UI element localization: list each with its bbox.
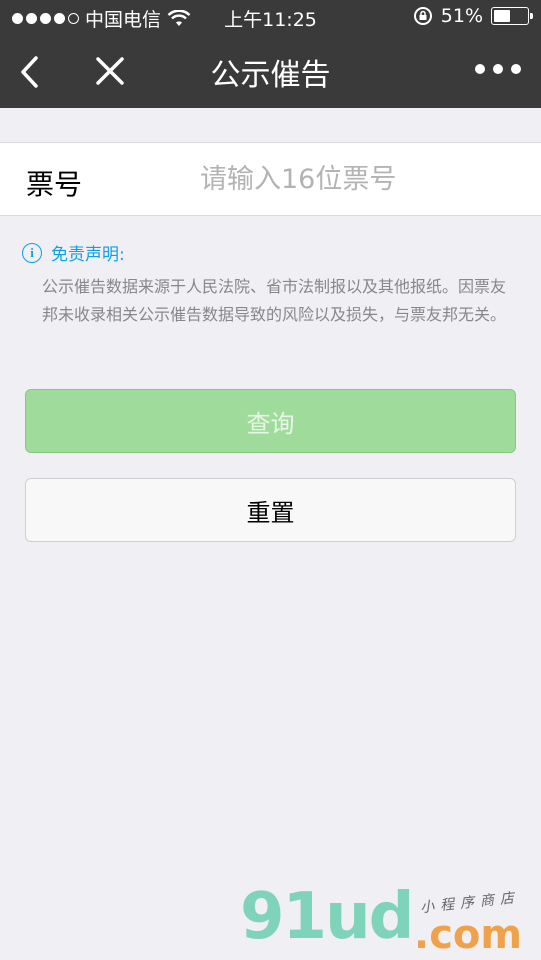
ticket-number-input[interactable] <box>200 157 520 201</box>
reset-button[interactable]: 重置 <box>25 478 516 542</box>
status-right: 51% <box>413 5 533 27</box>
battery-icon <box>491 7 533 25</box>
battery-percent: 51% <box>440 5 483 27</box>
info-icon: i <box>22 242 42 263</box>
ticket-number-row: 票号 <box>0 142 541 216</box>
more-dots-icon[interactable] <box>475 64 521 74</box>
page-title: 公示催告 <box>210 58 331 93</box>
nav-bar: 公示催告 <box>0 34 541 108</box>
watermark-brand: 91ud <box>240 880 414 954</box>
disclaimer-header: i 免责声明: <box>22 240 512 265</box>
status-bar: 中国电信 上午11:25 51% <box>0 0 541 34</box>
watermark-suffix: .com <box>414 912 523 958</box>
query-button[interactable]: 查询 <box>25 389 516 453</box>
rotation-lock-icon <box>413 7 432 25</box>
watermark-logo: 91ud 小程序商店 .com <box>240 880 540 960</box>
disclaimer-title: 免责声明: <box>51 245 125 265</box>
disclaimer: i 免责声明: 公示催告数据来源于人民法院、省市法制报以及其他报纸。因票友邦未收… <box>22 240 512 329</box>
ticket-number-label: 票号 <box>26 168 83 201</box>
disclaimer-text: 公示催告数据来源于人民法院、省市法制报以及其他报纸。因票友邦未收录相关公示催告数… <box>42 277 507 324</box>
